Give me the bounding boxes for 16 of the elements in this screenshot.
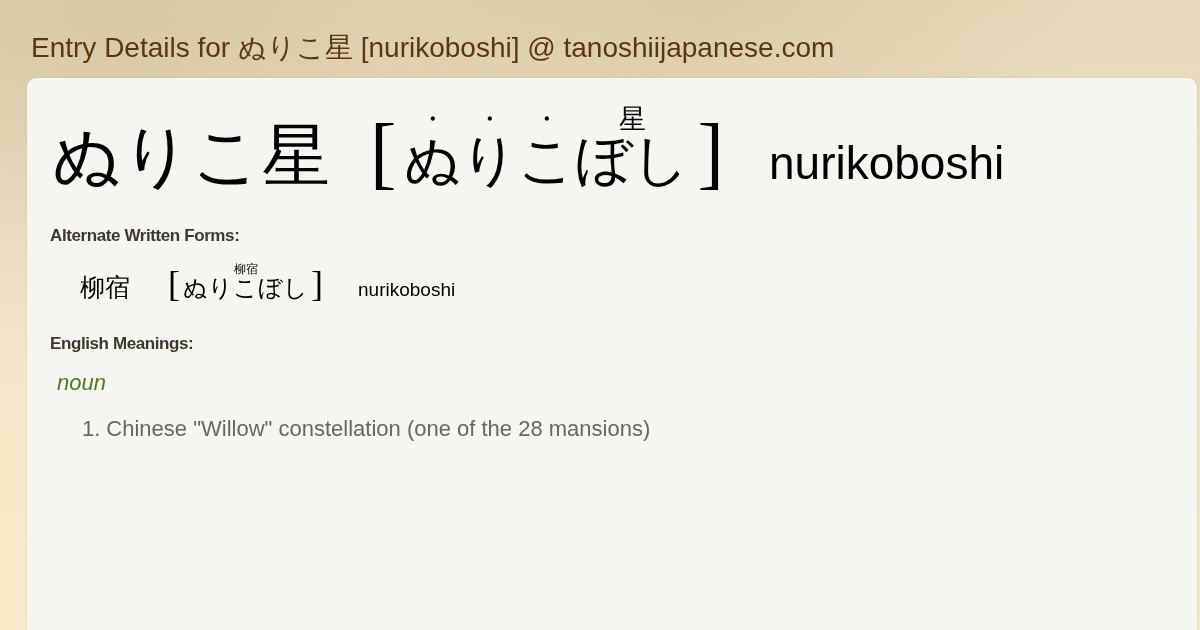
reading-kana: ぬりこぼし — [183, 274, 308, 302]
romaji: nurikoboshi — [358, 279, 456, 301]
section-heading: English Meanings: — [50, 334, 194, 354]
sense-number: 1. — [82, 416, 101, 442]
close-bracket: ] — [697, 113, 724, 193]
sense-text: Chinese "Willow" constellation (one of the 28 mansions) — [106, 416, 651, 442]
open-bracket: [ — [168, 266, 180, 302]
part-of-speech: noun — [57, 370, 106, 396]
open-bracket: [ — [370, 113, 397, 193]
section-heading: Alternate Written Forms: — [50, 226, 240, 246]
romaji: nurikoboshi — [768, 136, 1005, 190]
close-bracket: ] — [311, 266, 323, 302]
headword: ぬりこ星 — [52, 115, 330, 197]
written-form: 柳宿 — [80, 272, 130, 304]
furigana: 柳宿 — [183, 262, 308, 276]
page-title: Entry Details for ぬりこ星 [nurikoboshi] @ tanoshiijapanese.com — [31, 33, 835, 64]
